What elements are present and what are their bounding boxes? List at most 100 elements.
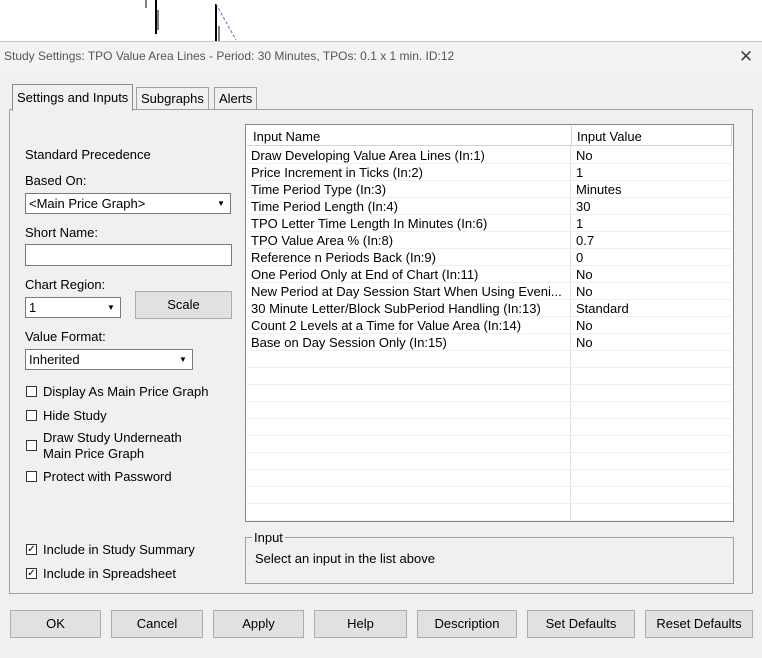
description-button[interactable]: Description: [417, 610, 517, 638]
scale-button[interactable]: Scale: [135, 291, 232, 319]
table-row[interactable]: Count 2 Levels at a Time for Value Area …: [247, 317, 732, 334]
checkbox-label: Include in Spreadsheet: [43, 566, 176, 581]
chart-region-label: Chart Region:: [25, 277, 106, 292]
help-button[interactable]: Help: [314, 610, 407, 638]
chart-region-value: 1: [29, 300, 37, 315]
ok-button[interactable]: OK: [10, 610, 101, 638]
table-row[interactable]: 30 Minute Letter/Block SubPeriod Handlin…: [247, 300, 732, 317]
input-value-cell: Minutes: [576, 182, 622, 197]
reset-defaults-button[interactable]: Reset Defaults: [645, 610, 753, 638]
cancel-button[interactable]: Cancel: [111, 610, 203, 638]
chart-fragment: [145, 0, 237, 42]
short-name-input[interactable]: [25, 244, 232, 266]
checkbox-label: Include in Study Summary: [43, 542, 195, 557]
table-row[interactable]: New Period at Day Session Start When Usi…: [247, 283, 732, 300]
table-header: Input Name Input Value: [247, 126, 732, 146]
input-groupbox: Select an input in the list above: [245, 537, 734, 584]
background-chart: [0, 0, 762, 42]
input-name-cell: Price Increment in Ticks (In:2): [251, 165, 423, 180]
chevron-down-icon[interactable]: ▼: [213, 195, 229, 212]
table-row-empty[interactable]: [247, 385, 732, 402]
table-row[interactable]: Base on Day Session Only (In:15) No: [247, 334, 732, 351]
close-icon[interactable]: ✕: [734, 45, 758, 69]
input-name-cell: One Period Only at End of Chart (In:11): [251, 267, 479, 282]
checkbox-label: Hide Study: [43, 408, 107, 423]
column-header-input-name[interactable]: Input Name: [253, 129, 320, 144]
table-row[interactable]: Price Increment in Ticks (In:2) 1: [247, 164, 732, 181]
checkbox-label: Draw Study Underneath Main Price Graph: [43, 430, 182, 461]
table-row[interactable]: TPO Letter Time Length In Minutes (In:6)…: [247, 215, 732, 232]
input-name-cell: Reference n Periods Back (In:9): [251, 250, 436, 265]
input-value-cell: 0.7: [576, 233, 595, 248]
table-row[interactable]: Time Period Length (In:4) 30: [247, 198, 732, 215]
tab-label: Subgraphs: [141, 91, 204, 106]
tab-alerts[interactable]: Alerts: [214, 87, 258, 111]
table-row-empty[interactable]: [247, 419, 732, 436]
input-value-cell: 1: [576, 165, 584, 180]
table-row-empty[interactable]: [247, 368, 732, 385]
checkbox-box[interactable]: ✓: [26, 544, 37, 555]
value-format-label: Value Format:: [25, 329, 106, 344]
apply-button[interactable]: Apply: [213, 610, 304, 638]
tab-subgraphs[interactable]: Subgraphs: [136, 87, 209, 111]
input-name-cell: New Period at Day Session Start When Usi…: [251, 284, 562, 299]
input-value-cell: Standard: [576, 301, 629, 316]
based-on-label: Based On:: [25, 173, 87, 188]
checkbox-box[interactable]: [26, 471, 37, 482]
table-row[interactable]: Draw Developing Value Area Lines (In:1) N…: [247, 147, 732, 164]
value-format-value: Inherited: [29, 352, 80, 367]
column-separator[interactable]: [731, 126, 732, 146]
input-name-cell: Time Period Type (In:3): [251, 182, 387, 197]
chevron-down-icon[interactable]: ▼: [103, 299, 119, 316]
input-help-text: Select an input in the list above: [255, 551, 435, 566]
checkbox-label: Protect with Password: [43, 469, 172, 484]
window-title: Study Settings: TPO Value Area Lines - P…: [4, 49, 455, 63]
input-value-cell: No: [576, 148, 593, 163]
checkbox-label: Display As Main Price Graph: [43, 384, 209, 399]
table-row-empty[interactable]: [247, 351, 732, 368]
table-row-empty[interactable]: [247, 487, 732, 504]
checkbox-box[interactable]: [26, 410, 37, 421]
input-name-cell: TPO Value Area % (In:8): [251, 233, 394, 248]
input-value-cell: 0: [576, 250, 584, 265]
table-body: Draw Developing Value Area Lines (In:1) N…: [247, 147, 732, 521]
chevron-down-icon[interactable]: ▼: [175, 351, 191, 368]
based-on-select[interactable]: <Main Price Graph> ▼: [25, 193, 231, 214]
column-separator[interactable]: [571, 126, 572, 146]
table-row-empty[interactable]: [247, 504, 732, 521]
input-value-cell: No: [576, 267, 593, 282]
title-bar: Study Settings: TPO Value Area Lines - P…: [0, 42, 762, 72]
based-on-value: <Main Price Graph>: [29, 196, 146, 211]
tab-label: Settings and Inputs: [17, 90, 129, 105]
input-name-cell: Time Period Length (In:4): [251, 199, 398, 214]
inputs-table[interactable]: Input Name Input Value Draw Developing V…: [245, 124, 734, 522]
short-name-label: Short Name:: [25, 225, 98, 240]
tab-settings-and-inputs[interactable]: Settings and Inputs: [12, 84, 134, 111]
table-row[interactable]: TPO Value Area % (In:8) 0.7: [247, 232, 732, 249]
input-name-cell: TPO Letter Time Length In Minutes (In:6): [251, 216, 488, 231]
table-row[interactable]: One Period Only at End of Chart (In:11) N…: [247, 266, 732, 283]
input-value-cell: 1: [576, 216, 584, 231]
set-defaults-button[interactable]: Set Defaults: [527, 610, 635, 638]
standard-precedence-label: Standard Precedence: [25, 147, 151, 162]
table-row-empty[interactable]: [247, 470, 732, 487]
input-value-cell: No: [576, 284, 593, 299]
input-name-cell: 30 Minute Letter/Block SubPeriod Handlin…: [251, 301, 541, 316]
table-row-empty[interactable]: [247, 453, 732, 470]
input-value-cell: No: [576, 335, 593, 350]
table-row[interactable]: Reference n Periods Back (In:9) 0: [247, 249, 732, 266]
tab-label: Alerts: [219, 91, 253, 106]
input-name-cell: Count 2 Levels at a Time for Value Area …: [251, 318, 522, 333]
input-name-cell: Base on Day Session Only (In:15): [251, 335, 447, 350]
checkbox-box[interactable]: [26, 440, 37, 451]
column-header-input-value[interactable]: Input Value: [577, 129, 642, 144]
table-row[interactable]: Time Period Type (In:3) Minutes: [247, 181, 732, 198]
checkbox-box[interactable]: ✓: [26, 568, 37, 579]
table-row-empty[interactable]: [247, 402, 732, 419]
table-row-empty[interactable]: [247, 436, 732, 453]
checkbox-box[interactable]: [26, 386, 37, 397]
input-groupbox-legend: Input: [252, 530, 285, 545]
input-value-cell: 30: [576, 199, 591, 214]
chart-region-select[interactable]: 1 ▼: [25, 297, 121, 318]
value-format-select[interactable]: Inherited ▼: [25, 349, 193, 370]
